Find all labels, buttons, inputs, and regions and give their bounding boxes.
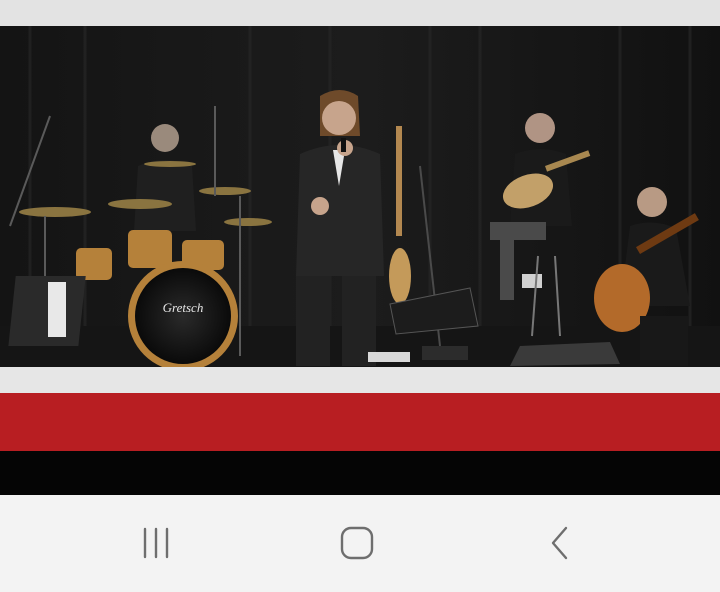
- recent-apps-icon: [143, 527, 169, 559]
- caption-strip: [0, 367, 720, 393]
- home-button[interactable]: [327, 513, 387, 573]
- screen: Gretsch: [0, 0, 720, 592]
- video-player[interactable]: Gretsch: [0, 26, 720, 367]
- back-button[interactable]: [530, 513, 590, 573]
- red-banner: [0, 393, 720, 451]
- drum-logo: Gretsch: [163, 300, 204, 315]
- navigation-bar: [0, 495, 720, 592]
- bass-drum: Gretsch: [128, 261, 238, 367]
- home-icon: [340, 526, 374, 560]
- back-icon: [551, 526, 568, 560]
- recent-apps-button[interactable]: [126, 513, 186, 573]
- black-banner: [0, 451, 720, 495]
- top-strip: [0, 0, 720, 26]
- video-frame-image: Gretsch: [0, 26, 720, 367]
